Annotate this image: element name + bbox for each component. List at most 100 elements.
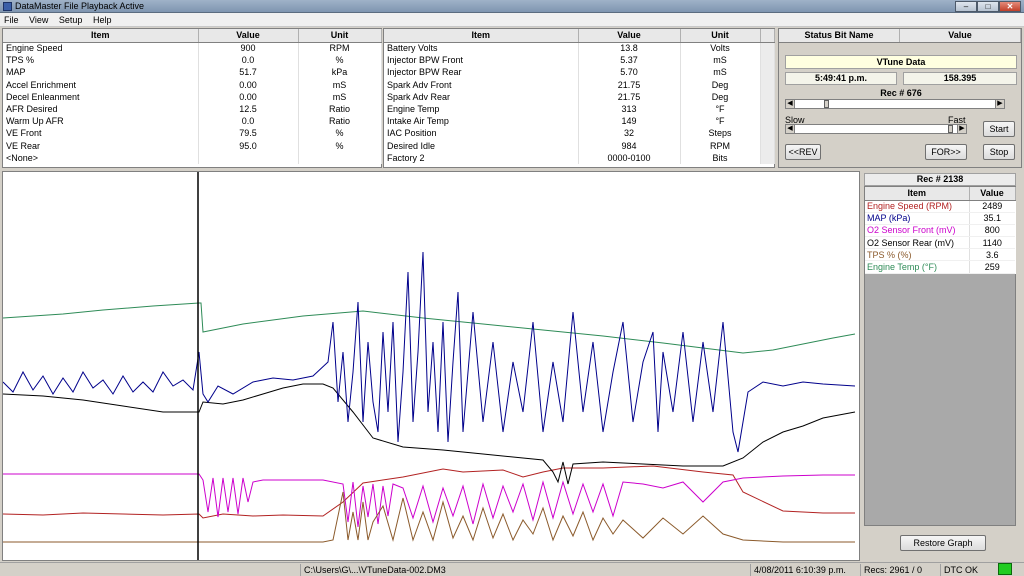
item-cell: AFR Desired: [3, 102, 199, 116]
table-row[interactable]: Decel Enleanment 0.00 mS: [3, 90, 382, 103]
legend-row[interactable]: O2 Sensor Front (mV) 800: [865, 224, 1015, 238]
column-header[interactable]: Value: [578, 29, 681, 43]
menu-setup[interactable]: Setup: [55, 13, 87, 25]
legend-item-value: 35.1: [968, 212, 1015, 225]
table-row[interactable]: Spark Adv Front 21.75 Deg: [384, 78, 775, 91]
item-cell: Warm Up AFR: [3, 115, 199, 128]
legend-row[interactable]: O2 Sensor Rear (mV) 1140: [865, 236, 1015, 250]
slider-right-arrow-icon[interactable]: ▶: [957, 125, 966, 133]
unit-cell: Ratio: [298, 102, 382, 116]
legend-item-name: MAP (kPa): [865, 212, 969, 225]
table-row[interactable]: Factory 2 0000-0100 Bits: [384, 151, 775, 164]
slider-left-arrow-icon[interactable]: ◀: [786, 100, 795, 108]
scrollbar-track[interactable]: [760, 102, 775, 116]
value-cell: 5.70: [578, 66, 681, 79]
item-cell: Engine Speed: [3, 42, 199, 55]
unit-cell: RPM: [298, 42, 382, 55]
legend-item-name: O2 Sensor Rear (mV): [865, 236, 969, 250]
value-cell: 51.7: [198, 66, 299, 79]
column-header[interactable]: Item: [384, 29, 579, 43]
table-row[interactable]: Engine Speed 900 RPM: [3, 42, 382, 55]
speed-slider[interactable]: ◀ ▶: [785, 124, 967, 134]
left-data-grid[interactable]: Item Value Unit Engine Speed 900 RPM TPS % 0…: [2, 28, 382, 168]
scrollbar-track[interactable]: [760, 90, 775, 103]
table-row[interactable]: <None>: [3, 151, 382, 164]
column-header[interactable]: Unit: [680, 29, 761, 43]
table-row[interactable]: MAP 51.7 kPa: [3, 66, 382, 79]
scrollbar-track[interactable]: [760, 42, 775, 55]
column-header[interactable]: Item: [3, 29, 199, 43]
restore-graph-button[interactable]: Restore Graph: [900, 535, 986, 551]
start-button[interactable]: Start: [983, 121, 1015, 137]
table-row[interactable]: Injector BPW Front 5.37 mS: [384, 54, 775, 67]
column-header[interactable]: Value: [198, 29, 299, 43]
unit-cell: Volts: [680, 42, 761, 55]
data-graph[interactable]: [2, 171, 860, 561]
value-cell: 79.5: [198, 127, 299, 140]
scrollbar-track[interactable]: [760, 78, 775, 91]
legend-row[interactable]: Engine Temp (°F) 259: [865, 260, 1015, 274]
legend-item-value: 259: [968, 260, 1015, 274]
legend-item-name: O2 Sensor Front (mV): [865, 224, 969, 238]
legend-row[interactable]: MAP (kPa) 35.1: [865, 212, 1015, 225]
item-cell: IAC Position: [384, 127, 579, 140]
column-header[interactable]: Status Bit Name: [779, 29, 900, 42]
column-header[interactable]: Value: [900, 29, 1021, 42]
menu-file[interactable]: File: [0, 13, 23, 25]
slider-thumb[interactable]: [948, 125, 953, 133]
vtune-title: VTune Data: [785, 55, 1017, 69]
scrollbar-track[interactable]: [760, 54, 775, 67]
table-row[interactable]: Accel Enrichment 0.00 mS: [3, 78, 382, 91]
slider-right-arrow-icon[interactable]: ▶: [995, 100, 1004, 108]
column-header[interactable]: Unit: [298, 29, 382, 43]
table-row[interactable]: AFR Desired 12.5 Ratio: [3, 102, 382, 116]
item-cell: Desired Idle: [384, 139, 579, 152]
menu-view[interactable]: View: [25, 13, 52, 25]
column-header[interactable]: Value: [969, 187, 1016, 201]
record-slider[interactable]: ◀ ▶: [785, 99, 1005, 109]
table-row[interactable]: Battery Volts 13.8 Volts: [384, 42, 775, 55]
rev-button[interactable]: <<REV: [785, 144, 821, 160]
item-cell: Injector BPW Front: [384, 54, 579, 67]
table-row[interactable]: Injector BPW Rear 5.70 mS: [384, 66, 775, 79]
status-datetime: 4/08/2011 6:10:39 p.m.: [750, 564, 860, 576]
scrollbar[interactable]: [760, 29, 775, 43]
table-row[interactable]: Warm Up AFR 0.0 Ratio: [3, 115, 382, 128]
for-button[interactable]: FOR>>: [925, 144, 967, 160]
item-cell: Spark Adv Front: [384, 78, 579, 91]
scrollbar-track[interactable]: [760, 127, 775, 140]
legend-item-name: Engine Speed (RPM): [865, 200, 969, 213]
table-row[interactable]: Engine Temp 313 °F: [384, 102, 775, 116]
table-row[interactable]: Desired Idle 984 RPM: [384, 139, 775, 152]
graph-plot[interactable]: [3, 172, 859, 560]
unit-cell: °F: [680, 115, 761, 128]
scrollbar-track[interactable]: [760, 115, 775, 128]
unit-cell: kPa: [298, 66, 382, 79]
table-row[interactable]: Spark Adv Rear 21.75 Deg: [384, 90, 775, 103]
slider-left-arrow-icon[interactable]: ◀: [786, 125, 795, 133]
legend-row[interactable]: TPS % (%) 3.6: [865, 248, 1015, 262]
stop-button[interactable]: Stop: [983, 144, 1015, 160]
scrollbar-track[interactable]: [760, 66, 775, 79]
scrollbar-track[interactable]: [760, 139, 775, 152]
scrollbar-track[interactable]: [760, 151, 775, 164]
legend-table: Item Value Engine Speed (RPM) 2489 MAP (kP…: [864, 186, 1016, 526]
table-row[interactable]: Intake Air Temp 149 °F: [384, 115, 775, 128]
table-row[interactable]: IAC Position 32 Steps: [384, 127, 775, 140]
mid-data-grid[interactable]: Item Value Unit Battery Volts 13.8 Volts In…: [383, 28, 775, 168]
table-row[interactable]: VE Front 79.5%: [3, 127, 382, 140]
value-cell: 5.37: [578, 54, 681, 67]
column-header[interactable]: Item: [865, 187, 970, 201]
item-cell: Decel Enleanment: [3, 90, 199, 103]
value-cell: 12.5: [198, 102, 299, 116]
tps-trace: [3, 491, 855, 543]
maximize-button[interactable]: □: [977, 1, 999, 12]
slider-thumb[interactable]: [824, 100, 829, 108]
table-row[interactable]: TPS % 0.0%: [3, 54, 382, 67]
menu-help[interactable]: Help: [89, 13, 116, 25]
legend-row[interactable]: Engine Speed (RPM) 2489: [865, 200, 1015, 213]
title-bar: DataMaster File Playback Active – □ ✕: [0, 0, 1024, 13]
table-row[interactable]: VE Rear 95.0%: [3, 139, 382, 152]
close-button[interactable]: ✕: [999, 1, 1021, 12]
minimize-button[interactable]: –: [955, 1, 977, 12]
